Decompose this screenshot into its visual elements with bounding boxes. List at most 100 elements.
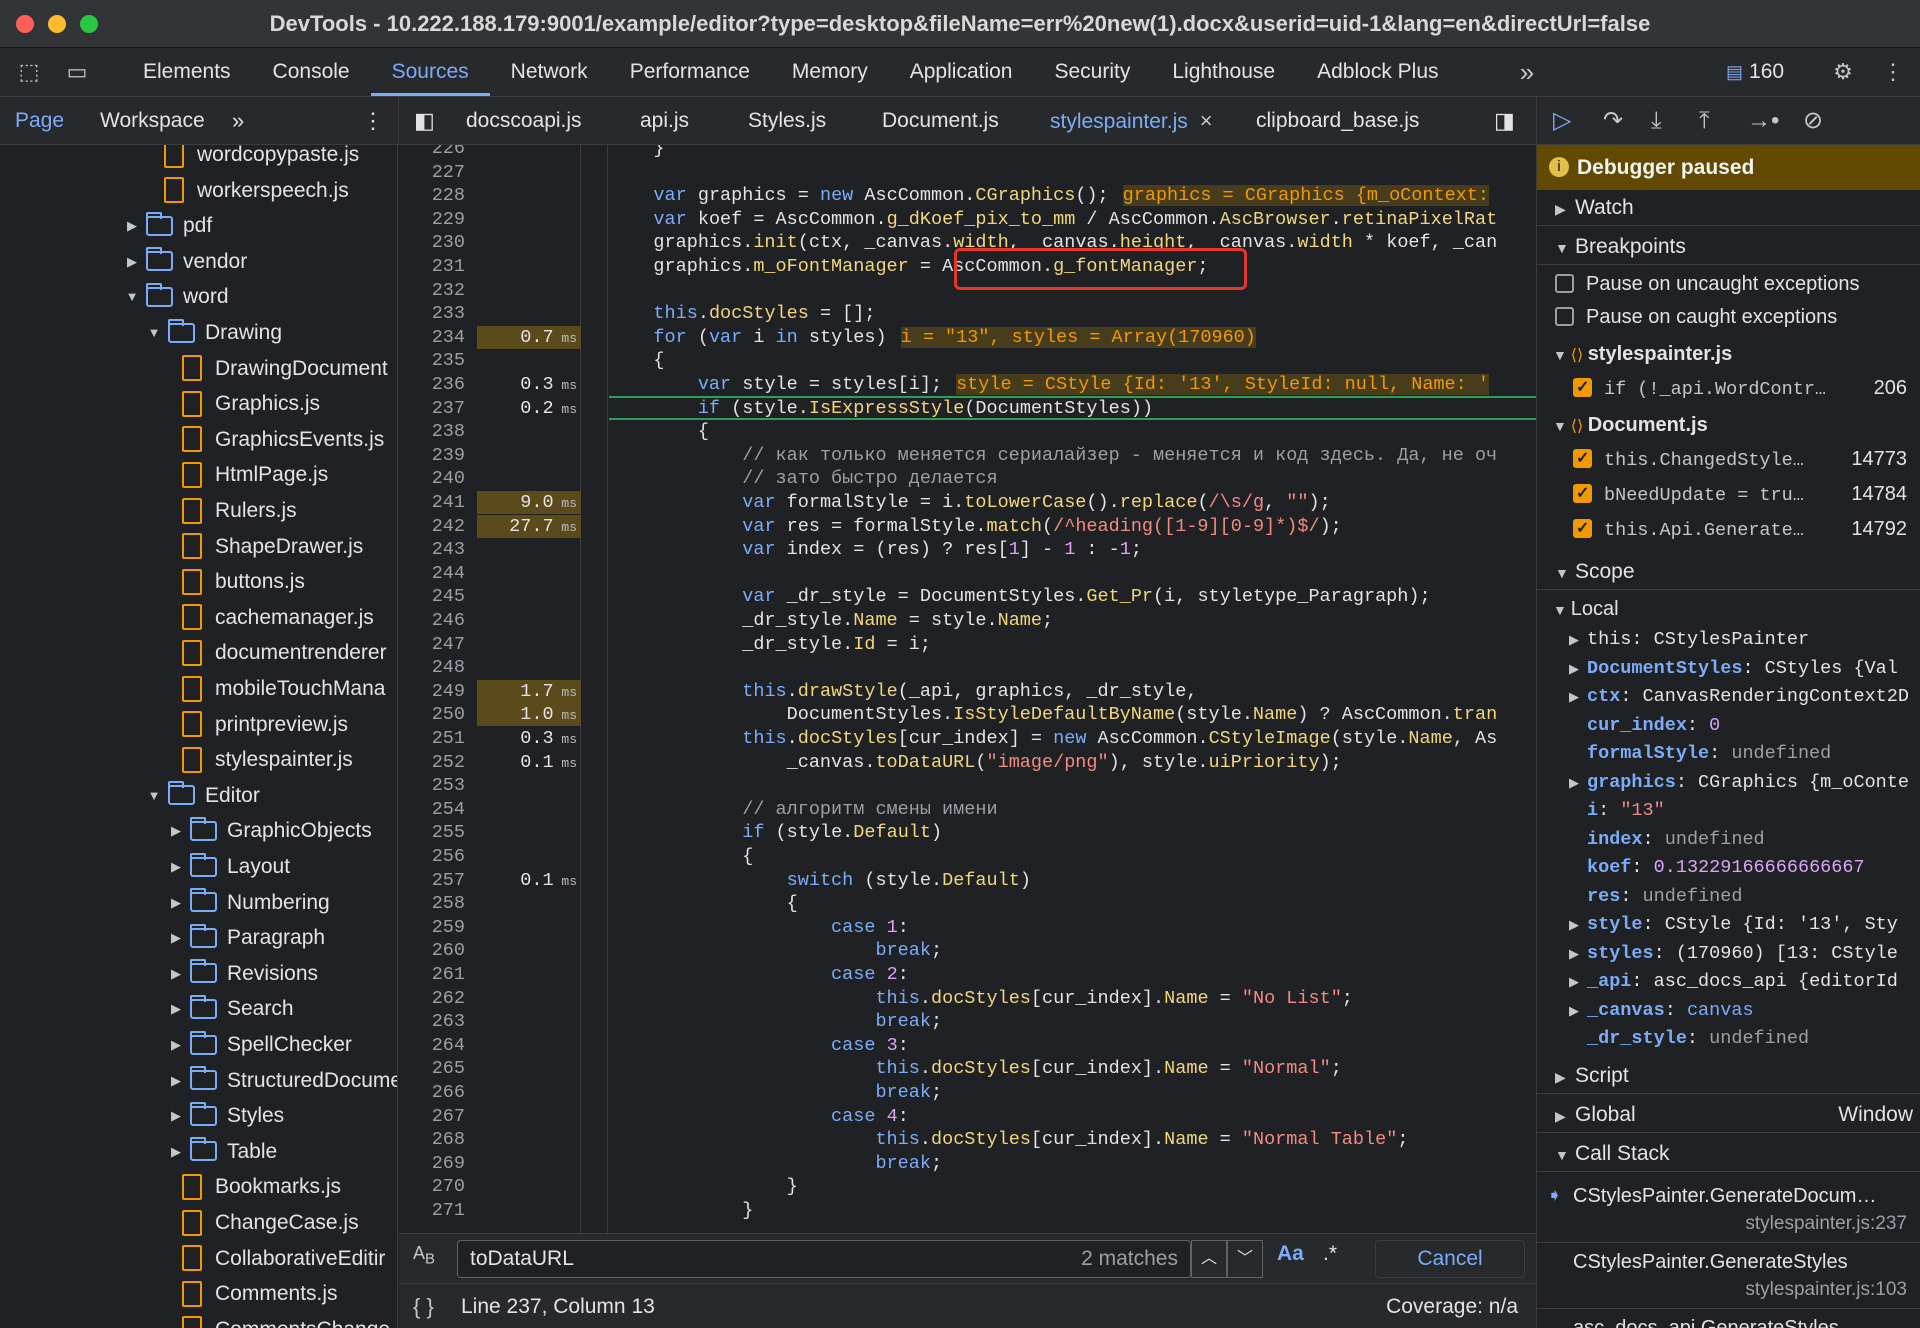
file-item[interactable]: DrawingDocument (178, 351, 388, 386)
line-number[interactable]: 236 (399, 373, 465, 397)
line-number[interactable]: 262 (399, 987, 465, 1011)
code-line[interactable]: if (style.Default) (609, 821, 942, 845)
toggle-navigator-icon[interactable]: ◧ (414, 97, 435, 145)
line-number[interactable]: 226 (399, 145, 465, 161)
line-number[interactable]: 234 (399, 326, 465, 350)
breakpoints-section[interactable]: ▼ Breakpoints (1537, 229, 1920, 265)
breakpoint-file-group[interactable]: ▼ ⟨⟩ Document.js (1537, 409, 1920, 442)
file-tab[interactable]: stylespainter.js × (1050, 97, 1213, 149)
panel-tab-elements[interactable]: Elements (122, 48, 252, 96)
line-number[interactable]: 237 (399, 397, 465, 421)
step-icon[interactable]: →• (1747, 107, 1779, 135)
search-input[interactable]: toDataURL 2 matches (457, 1240, 1191, 1278)
code-line[interactable]: case 1: (609, 916, 909, 940)
folder-item[interactable]: ▶ Revisions (168, 956, 318, 991)
folder-item[interactable]: ▼ Drawing (146, 315, 282, 350)
code-line[interactable]: this.docStyles[cur_index].Name = "Normal… (609, 1057, 1341, 1081)
scope-section[interactable]: ▼ Scope (1537, 554, 1920, 590)
code-line[interactable]: _canvas.toDataURL("image/png"), style.ui… (609, 751, 1342, 775)
file-tab[interactable]: Document.js (882, 97, 999, 145)
line-number[interactable]: 266 (399, 1081, 465, 1105)
line-number[interactable]: 252 (399, 751, 465, 775)
file-item[interactable]: Comments.js (178, 1276, 338, 1311)
code-line[interactable]: this.docStyles = []; (609, 302, 875, 326)
file-item[interactable]: cachemanager.js (178, 600, 374, 635)
call-frame[interactable]: CStylesPainter.GenerateStyles stylespaint… (1537, 1245, 1920, 1309)
folder-item[interactable]: ▶ Paragraph (168, 920, 325, 955)
line-number[interactable]: 240 (399, 467, 465, 491)
global-scope-section[interactable]: ▶ Global Window (1537, 1097, 1920, 1133)
collapsed-triangle-icon[interactable]: ▶ (168, 1027, 184, 1062)
code-line[interactable]: break; (609, 939, 942, 963)
scope-variable[interactable]: ▶ _api: asc_docs_api {editorId (1537, 968, 1920, 997)
expanded-triangle-icon[interactable]: ▼ (1555, 555, 1575, 591)
more-menu-icon[interactable]: ⋮ (1878, 58, 1908, 86)
code-line[interactable]: this.docStyles[cur_index].Name = "No Lis… (609, 987, 1352, 1011)
collapsed-triangle-icon[interactable]: ▶ (1569, 656, 1587, 684)
collapsed-triangle-icon[interactable]: ▶ (168, 991, 184, 1026)
line-number[interactable]: 263 (399, 1010, 465, 1034)
folder-item[interactable]: ▶ pdf (124, 208, 212, 243)
line-number[interactable]: 242 (399, 515, 465, 539)
code-line[interactable]: // как только меняется сериалайзер - мен… (609, 444, 1497, 468)
code-line[interactable]: break; (609, 1010, 942, 1034)
collapsed-triangle-icon[interactable]: ▶ (1555, 1098, 1575, 1134)
folder-item[interactable]: ▶ Layout (168, 849, 290, 884)
collapsed-triangle-icon[interactable]: ▶ (168, 920, 184, 955)
scope-variable[interactable]: formalStyle: undefined (1537, 740, 1920, 769)
line-number[interactable]: 228 (399, 184, 465, 208)
scope-variable[interactable]: ▶ graphics: CGraphics {m_oConte (1537, 769, 1920, 798)
file-item[interactable]: Graphics.js (178, 386, 320, 421)
breakpoint-checkbox[interactable] (1573, 513, 1592, 545)
file-tab[interactable]: clipboard_base.js (1256, 97, 1419, 145)
panel-tab-lighthouse[interactable]: Lighthouse (1151, 48, 1296, 96)
folder-item[interactable]: ▶ Search (168, 991, 294, 1026)
line-number[interactable]: 260 (399, 939, 465, 963)
pause-caught-checkbox[interactable]: Pause on caught exceptions (1537, 301, 1920, 334)
code-line[interactable]: } (609, 1199, 753, 1223)
line-number[interactable]: 247 (399, 633, 465, 657)
collapsed-triangle-icon[interactable]: ▶ (168, 813, 184, 848)
scope-variable[interactable]: cur_index: 0 (1537, 712, 1920, 741)
scope-variable[interactable]: i: "13" (1537, 797, 1920, 826)
line-number[interactable]: 264 (399, 1034, 465, 1058)
folder-item[interactable]: ▶ Table (168, 1134, 277, 1169)
line-number[interactable]: 244 (399, 562, 465, 586)
line-number[interactable]: 239 (399, 444, 465, 468)
scope-variable[interactable]: ▶ style: CStyle {Id: '13', Sty (1537, 911, 1920, 940)
line-number[interactable]: 246 (399, 609, 465, 633)
panel-tab-adblock-plus[interactable]: Adblock Plus (1296, 48, 1459, 96)
scope-variable[interactable]: ▶ ctx: CanvasRenderingContext2D (1537, 683, 1920, 712)
line-number[interactable]: 261 (399, 963, 465, 987)
code-line[interactable]: var style = styles[i]; style = CStyle {Id… (609, 373, 1489, 397)
code-line[interactable]: var res = formalStyle.match(/^heading([1… (609, 515, 1342, 539)
line-number[interactable]: 233 (399, 302, 465, 326)
file-item[interactable]: Bookmarks.js (178, 1169, 341, 1204)
deactivate-breakpoints-icon[interactable]: ⊘ (1803, 107, 1823, 135)
breakpoint-item[interactable]: this.ChangedStyle… 14773 (1537, 443, 1920, 476)
line-number[interactable]: 271 (399, 1199, 465, 1223)
step-out-icon[interactable]: ⤒ (1699, 107, 1710, 135)
code-line[interactable]: case 3: (609, 1034, 909, 1058)
line-number[interactable]: 265 (399, 1057, 465, 1081)
file-item[interactable]: buttons.js (178, 564, 305, 599)
more-tabs-icon[interactable]: » (1512, 57, 1542, 87)
code-line[interactable]: this.docStyles[cur_index].Name = "Normal… (609, 1128, 1408, 1152)
code-line[interactable]: { (609, 892, 798, 916)
folder-item[interactable]: ▶ vendor (124, 244, 247, 279)
folder-item[interactable]: ▶ GraphicObjects (168, 813, 372, 848)
code-line[interactable]: var formalStyle = i.toLowerCase().replac… (609, 491, 1330, 515)
search-next-button[interactable]: ﹀ (1227, 1240, 1263, 1278)
call-frame[interactable]: asc_docs_api.GenerateStyles (1537, 1311, 1920, 1328)
scope-variable[interactable]: ▶ DocumentStyles: CStyles {Val (1537, 655, 1920, 684)
local-scope[interactable]: ▼ Local (1537, 593, 1920, 626)
breakpoint-item[interactable]: bNeedUpdate = tru… 14784 (1537, 478, 1920, 511)
code-lines[interactable]: } var graphics = new AscCommon.CGraphics… (609, 145, 1536, 1233)
line-number[interactable]: 238 (399, 420, 465, 444)
collapsed-triangle-icon[interactable]: ▶ (1569, 684, 1587, 712)
file-item[interactable]: Rulers.js (178, 493, 297, 528)
file-item[interactable]: stylespainter.js (178, 742, 353, 777)
folder-item[interactable]: ▼ Editor (146, 778, 260, 813)
collapsed-triangle-icon[interactable]: ▶ (168, 956, 184, 991)
panel-tab-sources[interactable]: Sources (370, 48, 490, 96)
